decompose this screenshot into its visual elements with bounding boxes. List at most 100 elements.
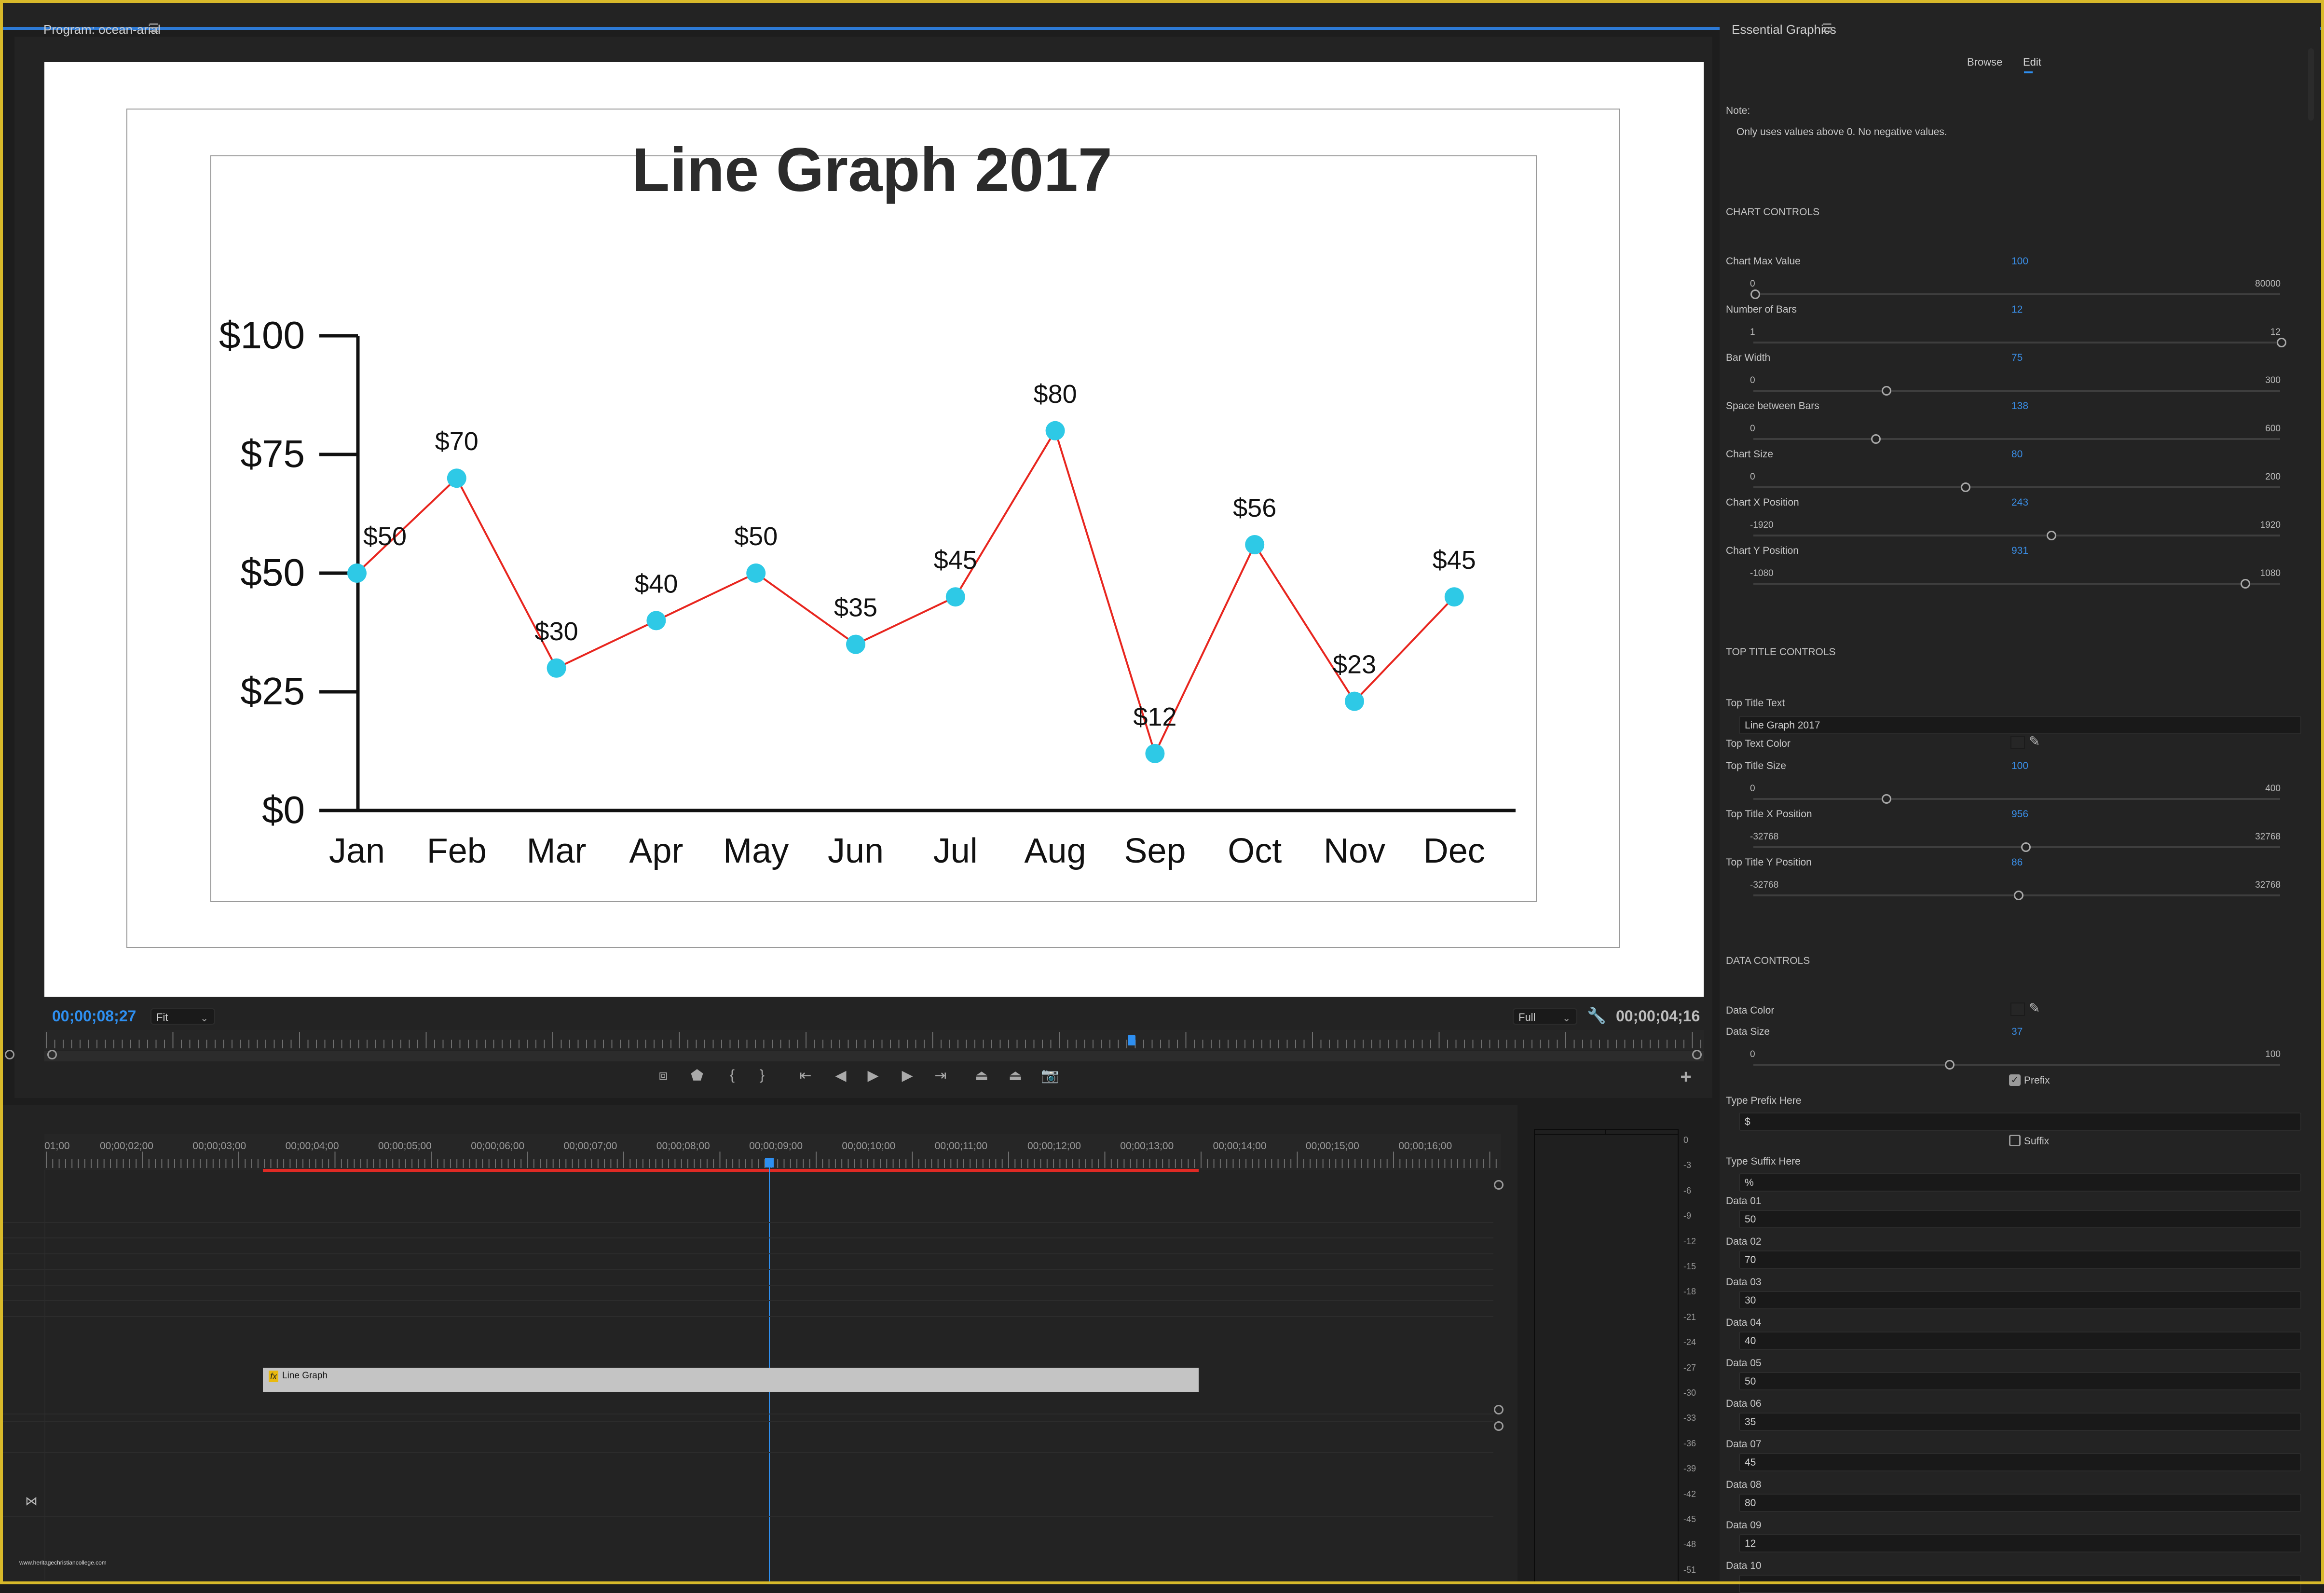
mark-in-icon[interactable]: { (720, 1067, 744, 1084)
chart-x-position-max: 1920 (2260, 520, 2281, 530)
play-icon[interactable]: ▶ (861, 1067, 885, 1084)
eyedropper-icon[interactable]: ✎ (2029, 1000, 2040, 1016)
x-tick-label: May (723, 832, 789, 870)
data-point (646, 611, 666, 631)
lift-icon[interactable]: ⏏ (970, 1067, 994, 1084)
bar-width-value[interactable]: 75 (2011, 352, 2023, 364)
program-canvas[interactable]: Line Graph 2017 $0 $25 $50 $75 $100 Jan Feb Mar A… (44, 62, 1704, 997)
space-between-bars-slider-track[interactable] (1753, 438, 2280, 440)
safe-margins-icon[interactable]: ⧈ (651, 1067, 675, 1084)
data-field-input[interactable]: 12 (1739, 1534, 2301, 1552)
chart-y-position-value[interactable]: 931 (2011, 545, 2028, 557)
eyedropper-icon[interactable]: ✎ (2029, 733, 2040, 749)
top-title-x-position-value[interactable]: 956 (2011, 809, 2028, 820)
data-field-label: Data 02 (1726, 1236, 1762, 1247)
mark-out-icon[interactable]: } (750, 1067, 774, 1084)
fx-badge-icon: fx (269, 1371, 278, 1382)
prefix-checkbox-label: Prefix (2024, 1075, 2050, 1086)
tab-browse[interactable]: Browse (1967, 56, 2002, 69)
data-field-input[interactable]: 70 (1739, 1250, 2301, 1269)
number-of-bars-slider-thumb[interactable] (2277, 338, 2286, 347)
top-title-controls-heading: TOP TITLE CONTROLS (1726, 646, 1836, 658)
suffix-checkbox[interactable] (2009, 1135, 2021, 1146)
hamburger-menu-icon[interactable]: ☰ (1822, 21, 1832, 35)
chart-x-position-slider-thumb[interactable] (2047, 531, 2057, 540)
top-title-x-position-slider-thumb[interactable] (2021, 842, 2031, 852)
data-size-value[interactable]: 37 (2011, 1026, 2023, 1038)
zoom-tracks-icon[interactable]: ⋈ (25, 1494, 38, 1509)
vertical-scroll-handle[interactable] (1494, 1180, 1504, 1190)
playhead-handle[interactable] (765, 1158, 774, 1167)
top-title-text-input[interactable]: Line Graph 2017 (1739, 716, 2301, 734)
export-frame-icon[interactable]: 📷 (1038, 1067, 1062, 1084)
data-field-input[interactable]: 80 (1739, 1494, 2301, 1512)
hamburger-menu-icon[interactable]: ☰ (149, 21, 159, 35)
data-field-input[interactable]: 50 (1739, 1210, 2301, 1228)
data-field-input[interactable]: 40 (1739, 1332, 2301, 1350)
number-of-bars-slider-track[interactable] (1753, 342, 2280, 343)
ruler-label: 00;00;08;00 (656, 1140, 710, 1152)
go-to-out-icon[interactable]: ⇥ (929, 1067, 953, 1084)
number-of-bars-value[interactable]: 12 (2011, 304, 2023, 316)
top-title-size-slider-thumb[interactable] (1882, 794, 1891, 804)
prefix-input[interactable]: $ (1739, 1112, 2301, 1131)
chart-size-slider-track[interactable] (1753, 486, 2280, 488)
top-title-y-position-value[interactable]: 86 (2011, 857, 2023, 868)
tab-edit[interactable]: Edit (2023, 56, 2041, 69)
data-label: $23 (1333, 650, 1376, 679)
data-field-input[interactable]: 50 (1739, 1372, 2301, 1390)
space-between-bars-label: Space between Bars (1726, 400, 1819, 412)
data-label: $56 (1233, 494, 1276, 522)
suffix-input[interactable]: % (1739, 1173, 2301, 1192)
top-text-color-swatch[interactable] (2010, 736, 2025, 749)
bar-width-slider-thumb[interactable] (1882, 386, 1891, 396)
source-scrollbar-handle[interactable] (5, 1050, 14, 1059)
track-divider (3, 1516, 1493, 1517)
zoom-scrollbar[interactable] (44, 1051, 1704, 1061)
step-back-icon[interactable]: ◀ (829, 1067, 853, 1084)
x-tick-label: Feb (427, 832, 487, 870)
data-size-slider-track[interactable] (1753, 1064, 2280, 1066)
top-title-size-slider-track[interactable] (1753, 798, 2280, 800)
timeline-clip[interactable]: fx Line Graph (263, 1368, 1199, 1392)
space-between-bars-value[interactable]: 138 (2011, 400, 2028, 412)
data-field-input[interactable]: 35 (1739, 1413, 2301, 1431)
extract-icon[interactable]: ⏏ (1003, 1067, 1027, 1084)
chart-x-position-value[interactable]: 243 (2011, 497, 2028, 508)
chevron-down-icon: ⌄ (1562, 1013, 1571, 1024)
data-size-max: 100 (2265, 1049, 2281, 1059)
top-title-x-position-slider-track[interactable] (1753, 846, 2280, 848)
go-to-in-icon[interactable]: ⇤ (793, 1067, 818, 1084)
chart-size-value[interactable]: 80 (2011, 449, 2023, 460)
data-color-swatch[interactable] (2010, 1002, 2025, 1016)
resolution-select[interactable]: Full ⌄ (1513, 1008, 1577, 1025)
step-forward-icon[interactable]: ▶ (895, 1067, 919, 1084)
chart-size-slider-thumb[interactable] (1960, 482, 1970, 492)
scrubber-ruler[interactable] (44, 1030, 1704, 1050)
wrench-icon[interactable]: 🔧 (1587, 1006, 1606, 1025)
current-timecode[interactable]: 00;00;08;27 (52, 1007, 136, 1025)
zoom-level-select[interactable]: Fit ⌄ (150, 1008, 215, 1025)
panel-scrollbar[interactable] (2308, 48, 2314, 121)
ruler-label: 00;00;14;00 (1213, 1140, 1267, 1152)
playhead-marker[interactable] (1128, 1035, 1135, 1045)
vertical-scroll-handle[interactable] (1494, 1405, 1504, 1414)
data-size-min: 0 (1750, 1049, 1755, 1059)
scrollbar-right-handle[interactable] (1692, 1050, 1702, 1059)
chart-y-position-slider-track[interactable] (1753, 583, 2280, 585)
data-field-input[interactable] (1739, 1575, 2301, 1593)
chart-max-value-value[interactable]: 100 (2011, 256, 2028, 267)
add-button-icon[interactable]: + (1674, 1066, 1698, 1088)
top-title-size-value[interactable]: 100 (2011, 760, 2028, 772)
chart-max-value-slider-track[interactable] (1753, 293, 2280, 295)
bar-width-slider-track[interactable] (1753, 390, 2280, 392)
chart-y-position-slider-thumb[interactable] (2240, 579, 2250, 589)
data-field-input[interactable]: 45 (1739, 1453, 2301, 1471)
scrollbar-left-handle[interactable] (47, 1050, 57, 1059)
chart-x-position-slider-track[interactable] (1753, 535, 2280, 536)
data-size-slider-thumb[interactable] (1945, 1060, 1955, 1070)
data-field-input[interactable]: 30 (1739, 1291, 2301, 1309)
prefix-checkbox[interactable]: ✓ (2009, 1074, 2021, 1086)
vertical-scroll-handle[interactable] (1494, 1421, 1504, 1431)
add-marker-icon[interactable]: ⬟ (685, 1067, 709, 1084)
